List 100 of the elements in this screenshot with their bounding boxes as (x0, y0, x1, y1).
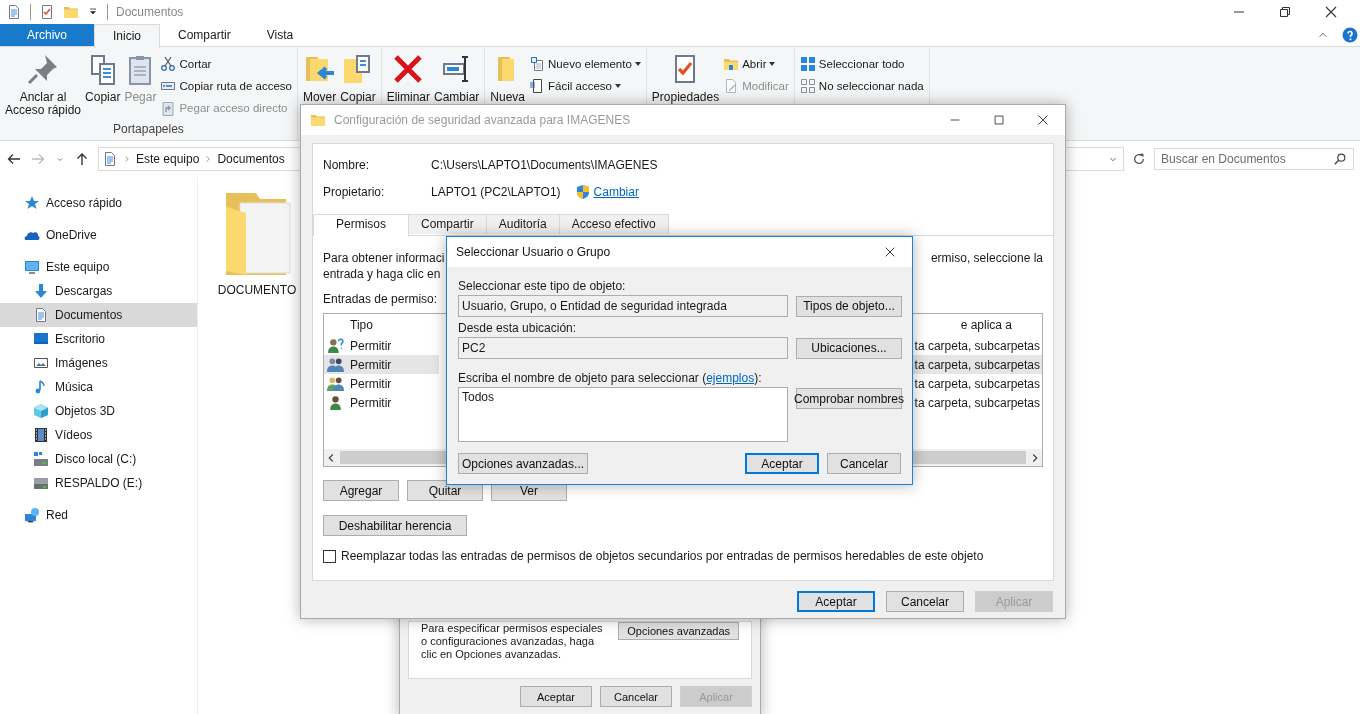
document-icon[interactable] (6, 4, 22, 20)
pin-icon (27, 53, 59, 85)
ribbon-button[interactable]: Fácil acceso (527, 78, 643, 94)
search-field[interactable]: Buscar en Documentos (1154, 148, 1354, 170)
dialog-button[interactable]: Aceptar (797, 591, 875, 612)
sidebar-item[interactable]: RESPALDO (E:) (0, 471, 197, 495)
film-icon (33, 427, 49, 443)
column-header[interactable]: e aplica a (960, 318, 1012, 332)
sidebar-item[interactable]: Este equipo (0, 255, 197, 279)
checklist-icon[interactable] (39, 4, 55, 20)
applies-to-cell[interactable]: ta carpeta, subcarpetas (911, 336, 1042, 355)
dropdown-arrow-icon (634, 62, 641, 66)
dialog-button[interactable]: Cancelar (827, 453, 901, 474)
user-question-icon (327, 337, 344, 354)
ribbon-button[interactable]: Copiar ruta de acceso (158, 78, 294, 94)
shortcut-icon (160, 100, 177, 116)
maximize-icon[interactable] (992, 113, 1006, 127)
breadcrumb[interactable]: Documentos (217, 152, 285, 166)
dialog-button[interactable]: Aceptar (745, 453, 819, 474)
dialog-button[interactable]: Cancelar (886, 591, 964, 612)
object-types-button[interactable]: Tipos de objeto... (796, 295, 902, 317)
user-icon (327, 394, 344, 411)
permission-type-cell[interactable]: Permitir (324, 393, 439, 412)
examples-link[interactable]: ejemplos (706, 371, 755, 385)
dialog-button[interactable]: Cancelar (600, 686, 672, 707)
sidebar-item[interactable]: Descargas (0, 279, 197, 303)
users-icon (327, 356, 344, 373)
delete-icon (392, 53, 425, 85)
network-icon (24, 507, 40, 523)
ribbon-button[interactable]: Seleccionar todo (797, 56, 926, 72)
ribbon-button[interactable]: Copiar (83, 51, 123, 122)
check-names-button[interactable]: Comprobar nombres (796, 388, 902, 409)
back-arrow-icon[interactable] (6, 151, 22, 167)
window-title: Documentos (116, 5, 184, 19)
tab[interactable]: Permisos (313, 214, 409, 236)
star-icon (24, 195, 40, 211)
field-label: Nombre: (323, 158, 370, 172)
folder-icon (723, 56, 740, 72)
permission-type-cell[interactable]: Permitir (324, 374, 439, 393)
sidebar-item[interactable]: Acceso rápido (0, 191, 197, 215)
breadcrumb[interactable]: Este equipo (136, 152, 200, 166)
dialog-title: Configuración de seguridad avanzada para IMAGENES (334, 113, 631, 127)
close-icon[interactable] (1036, 113, 1050, 127)
ribbon-button[interactable]: Cortar (158, 56, 294, 72)
ribbon-tab[interactable]: Vista (248, 24, 312, 46)
advanced-options-button[interactable]: Opciones avanzadas (618, 622, 739, 640)
dialog-button[interactable]: Aceptar (520, 686, 592, 707)
close-icon[interactable] (883, 245, 897, 259)
help-icon[interactable] (1342, 27, 1358, 43)
sidebar-item[interactable]: Red (0, 503, 197, 527)
ribbon-button[interactable]: No seleccionar nada (797, 78, 926, 94)
ribbon-button[interactable]: Abrir (721, 56, 791, 72)
applies-to-cell[interactable]: ta carpeta, subcarpetas (911, 374, 1042, 393)
tab[interactable]: Acceso efectivo (558, 214, 669, 234)
column-header[interactable]: Tipo (350, 318, 373, 332)
change-link[interactable]: Cambiar (593, 185, 639, 199)
restore-icon[interactable] (1277, 4, 1293, 20)
sidebar-item[interactable]: OneDrive (0, 223, 197, 247)
sidebar-item[interactable]: Documentos (0, 303, 197, 327)
group-label: Portapapeles (113, 122, 184, 136)
scissors-icon (160, 56, 177, 72)
entry-button[interactable]: Agregar (323, 480, 399, 501)
search-icon (1333, 152, 1347, 166)
tab[interactable]: Compartir (408, 214, 487, 234)
drive-icon (33, 451, 49, 467)
sidebar-item[interactable]: Vídeos (0, 423, 197, 447)
select-none-icon (799, 78, 816, 94)
users-icon (327, 375, 344, 392)
checkbox-label[interactable]: Reemplazar todas las entradas de permisos de objetos secundarios por entradas de permisos heredables de este objeto (341, 549, 984, 563)
ribbon-button[interactable]: Propiedades (649, 51, 722, 122)
refresh-icon[interactable] (1132, 152, 1146, 166)
dropdown-arrow-icon (769, 62, 776, 66)
sidebar-item[interactable]: Disco local (C:) (0, 447, 197, 471)
advanced-options-button[interactable]: Opciones avanzadas... (458, 453, 588, 474)
file-tab[interactable]: Archivo (0, 24, 94, 46)
location-field: PC2 (458, 337, 788, 359)
close-icon[interactable] (1323, 4, 1339, 20)
sidebar-item[interactable]: Imágenes (0, 351, 197, 375)
sidebar-item[interactable]: Música (0, 375, 197, 399)
folder-icon (310, 112, 326, 128)
permission-type-cell[interactable]: Permitir (324, 355, 439, 374)
file-name[interactable]: DOCUMENTO (217, 283, 297, 297)
applies-to-cell[interactable]: ta carpeta, subcarpetas (911, 355, 1042, 374)
download-icon (33, 283, 49, 299)
locations-button[interactable]: Ubicaciones... (796, 337, 902, 359)
disable-inheritance-button[interactable]: Deshabilitar herencia (323, 515, 467, 536)
ribbon-tab[interactable]: Inicio (94, 23, 160, 48)
applies-to-cell[interactable]: ta carpeta, subcarpetas (911, 393, 1042, 412)
sidebar-item[interactable]: Escritorio (0, 327, 197, 351)
object-names-field[interactable]: Todos (458, 387, 788, 442)
ribbon-tab[interactable]: Compartir (160, 24, 249, 46)
field-label: Seleccionar este tipo de objeto: (458, 278, 627, 295)
permission-type-cell[interactable]: Permitir (324, 336, 439, 355)
sidebar-item[interactable]: Objetos 3D (0, 399, 197, 423)
ribbon-button[interactable]: Anclar al Acceso rápido (3, 51, 84, 122)
checkbox[interactable] (323, 549, 336, 563)
tab[interactable]: Auditoría (485, 214, 560, 234)
ribbon-button[interactable]: Nuevo elemento (527, 56, 643, 72)
image-icon (33, 355, 49, 371)
select-all-icon (799, 56, 816, 72)
